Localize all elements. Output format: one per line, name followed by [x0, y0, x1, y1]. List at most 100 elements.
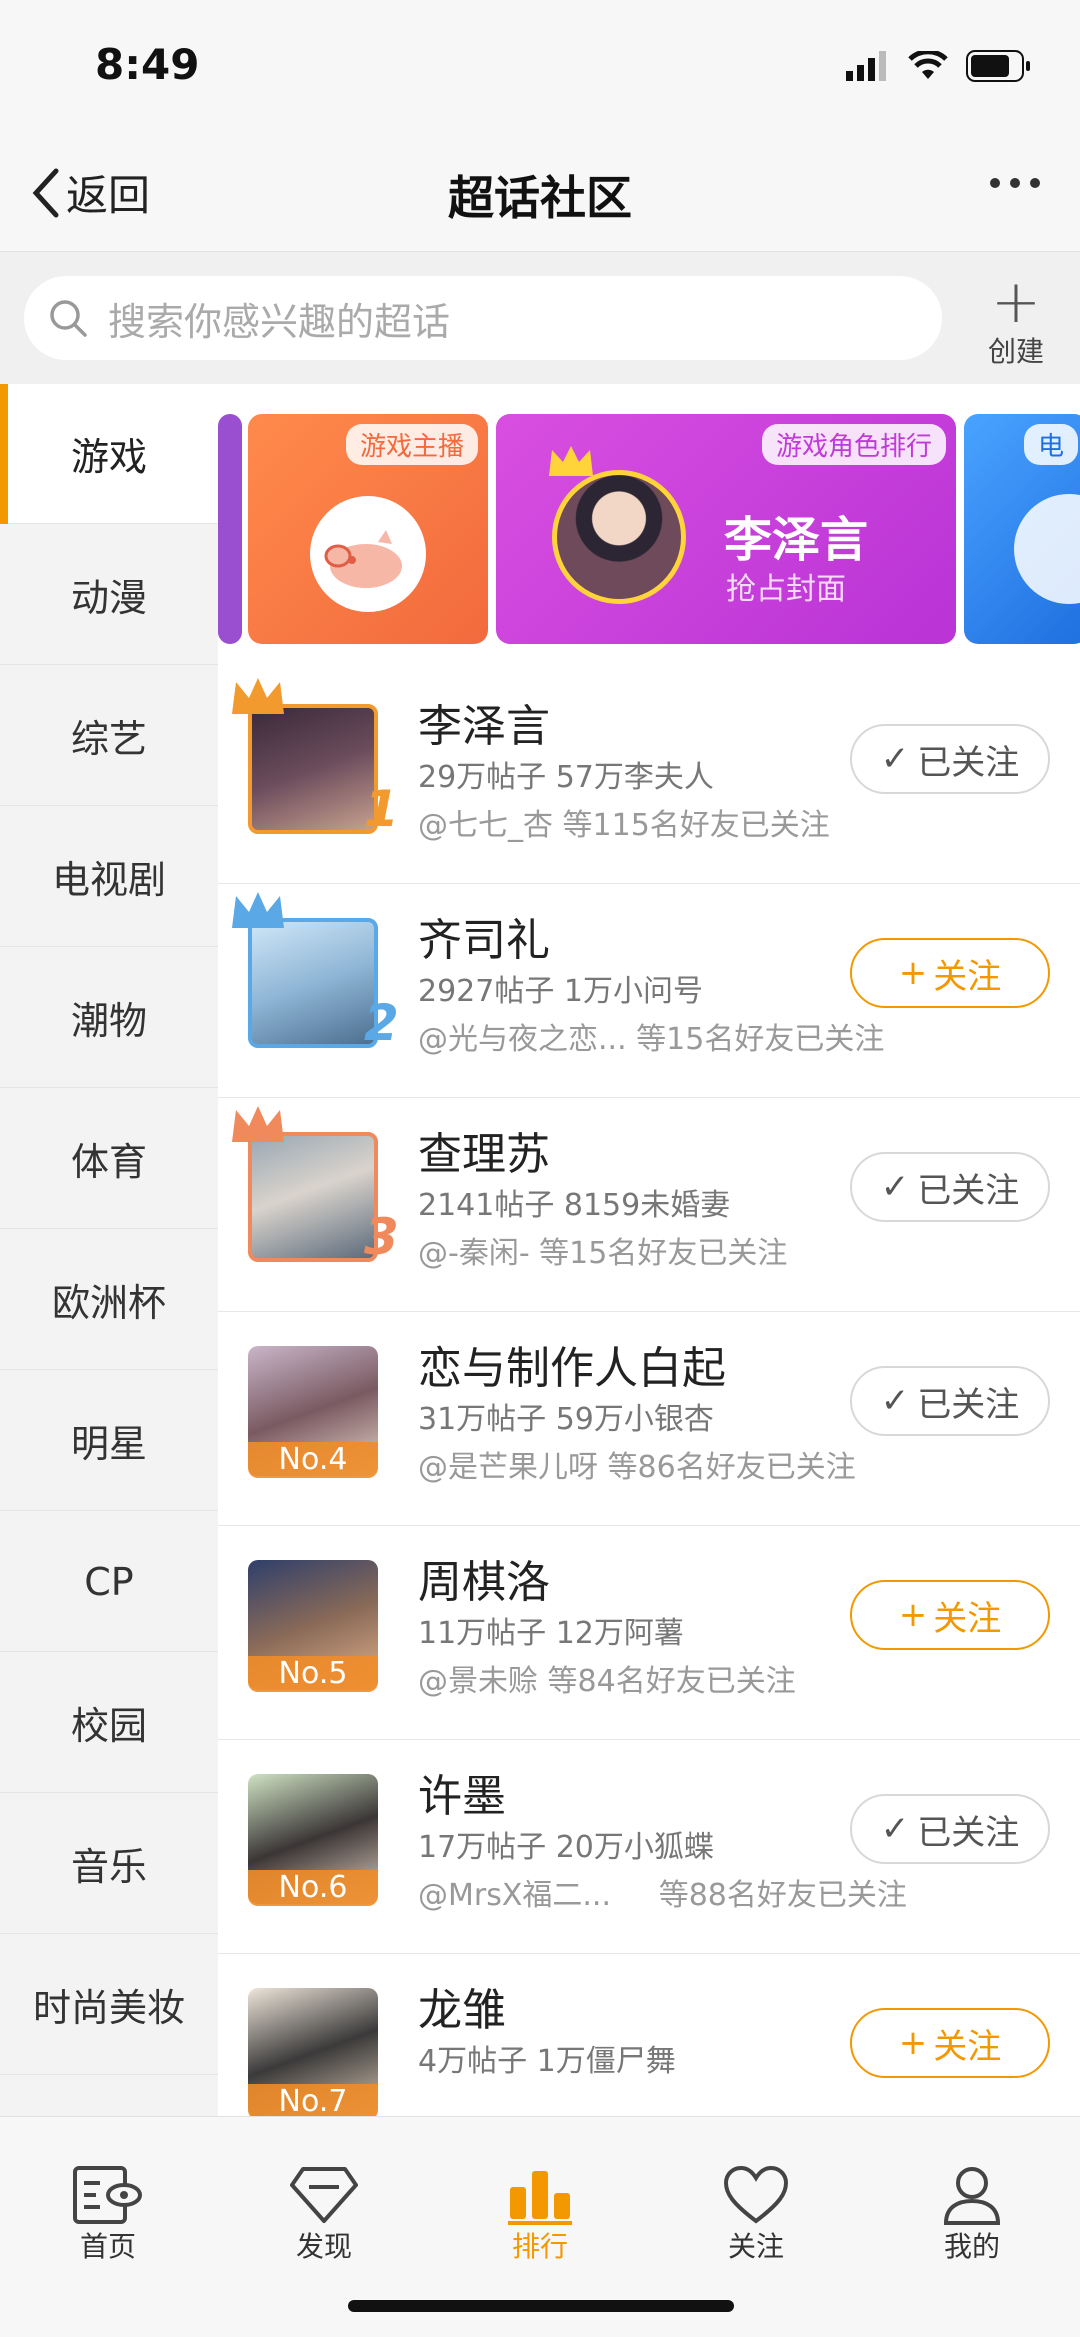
- friends-followed: @光与夜之恋... 等15名好友已关注: [418, 1022, 885, 1057]
- button-label: 关注: [933, 1598, 1002, 1639]
- list-item[interactable]: No.7 龙雏 4万帖子 1万僵尸舞 + 关注: [218, 1954, 1080, 2116]
- list-item[interactable]: 1 李泽言 29万帖子 57万李夫人 @七七_杏 等115名好友已关注 ✓ 已关注: [218, 670, 1080, 884]
- topic-stats: 2141帖子 8159未婚妻: [418, 1188, 731, 1223]
- check-icon: ✓: [880, 1381, 910, 1421]
- followed-button[interactable]: ✓ 已关注: [850, 1794, 1050, 1864]
- crown-icon: [232, 678, 284, 714]
- banner-subtitle: 抢占封面: [726, 572, 846, 607]
- search-input[interactable]: 搜索你感兴趣的超话: [24, 276, 942, 360]
- list-item[interactable]: No.5 周棋洛 11万帖子 12万阿薯 @景未赊 等84名好友已关注 + 关注: [218, 1526, 1080, 1740]
- topic-thumbnail: [248, 704, 378, 834]
- sidebar-item-cp[interactable]: CP: [0, 1512, 218, 1652]
- search-icon: [50, 300, 87, 337]
- banner-tag: 游戏角色排行: [761, 424, 946, 465]
- banner-character-rank[interactable]: 游戏角色排行 李泽言 抢占封面: [496, 414, 956, 644]
- game-logo: [1014, 494, 1080, 604]
- signal-icon: [846, 51, 886, 81]
- topic-name: 齐司礼: [418, 915, 550, 966]
- button-label: 关注: [933, 956, 1002, 997]
- person-icon: [943, 2167, 1001, 2225]
- banner-streamer[interactable]: 游戏主播: [248, 414, 488, 644]
- check-icon: ✓: [880, 1167, 910, 1207]
- sidebar-item-campus[interactable]: 校园: [0, 1653, 218, 1793]
- topic-stats: 11万帖子 12万阿薯: [418, 1616, 684, 1651]
- home-icon: [73, 2166, 142, 2224]
- tab-label: 发现: [295, 2230, 352, 2263]
- topic-stats: 4万帖子 1万僵尸舞: [418, 2044, 676, 2079]
- rank-number: 3: [364, 1208, 399, 1266]
- topic-stats: 29万帖子 57万李夫人: [418, 760, 714, 795]
- crown-icon: [232, 1106, 284, 1142]
- pig-icon: [310, 496, 426, 612]
- tab-rank[interactable]: 排行: [480, 2157, 600, 2265]
- friends-followed: @MrsX福二... 等88名好友已关注: [418, 1878, 907, 1913]
- friends-followed: @是芒果儿呀 等86名好友已关注: [418, 1450, 856, 1485]
- main-content: 游戏主播 游戏角色排行 李泽言 抢占封面 电 1 李泽言 29万帖子 57万李夫…: [218, 384, 1080, 2116]
- friends-followed: @七七_杏 等115名好友已关注: [418, 808, 830, 843]
- plus-icon: +: [898, 1595, 928, 1635]
- nav-bar: 返回 超话社区: [0, 140, 1080, 252]
- home-indicator: [348, 2300, 734, 2312]
- list-item[interactable]: 2 齐司礼 2927帖子 1万小问号 @光与夜之恋... 等15名好友已关注 +…: [218, 884, 1080, 1098]
- list-item[interactable]: 3 查理苏 2141帖子 8159未婚妻 @-秦闲- 等15名好友已关注 ✓ 已关…: [218, 1098, 1080, 1312]
- button-label: 关注: [933, 2026, 1002, 2067]
- sidebar-item-variety[interactable]: 综艺: [0, 666, 218, 806]
- sidebar-item-anime[interactable]: 动漫: [0, 525, 218, 665]
- list-item[interactable]: No.4 恋与制作人白起 31万帖子 59万小银杏 @是芒果儿呀 等86名好友已…: [218, 1312, 1080, 1526]
- tab-follow[interactable]: 关注: [696, 2157, 816, 2265]
- sidebar-item-euro[interactable]: 欧洲杯: [0, 1230, 218, 1370]
- tab-home[interactable]: 首页: [48, 2157, 168, 2265]
- rank-badge: No.6: [248, 1870, 378, 1906]
- crown-icon: [232, 892, 284, 928]
- follow-button[interactable]: + 关注: [850, 1580, 1050, 1650]
- friends-followed: @景未赊 等84名好友已关注: [418, 1664, 796, 1699]
- check-icon: ✓: [880, 1809, 910, 1849]
- topic-name: 周棋洛: [418, 1557, 550, 1608]
- rank-number: 1: [364, 780, 399, 838]
- list-item[interactable]: No.6 许墨 17万帖子 20万小狐蝶 @MrsX福二... 等88名好友已关…: [218, 1740, 1080, 1954]
- plus-icon: +: [898, 953, 928, 993]
- sidebar-item-trend[interactable]: 潮物: [0, 948, 218, 1088]
- status-icons: [846, 50, 1032, 82]
- search-bar: 搜索你感兴趣的超话 + 创建: [0, 252, 1080, 384]
- rank-badge: No.7: [248, 2084, 378, 2116]
- diamond-icon: [290, 2167, 358, 2223]
- create-button[interactable]: + 创建: [980, 272, 1052, 370]
- plus-icon: +: [898, 2023, 928, 2063]
- rank-number: 2: [364, 994, 399, 1052]
- topic-stats: 2927帖子 1万小问号: [418, 974, 703, 1009]
- topic-stats: 31万帖子 59万小银杏: [418, 1402, 714, 1437]
- banner-next[interactable]: 电: [964, 414, 1080, 644]
- topic-name: 许墨: [418, 1771, 506, 1822]
- rank-badge: No.5: [248, 1656, 378, 1692]
- follow-button[interactable]: + 关注: [850, 2008, 1050, 2078]
- button-label: 已关注: [917, 1812, 1020, 1853]
- topic-name: 龙雏: [418, 1985, 506, 2036]
- sidebar-item-game[interactable]: 游戏: [0, 384, 218, 524]
- category-sidebar: 游戏 动漫 综艺 电视剧 潮物 体育 欧洲杯 明星 CP 校园 音乐 时尚美妆: [0, 384, 218, 2116]
- sidebar-item-star[interactable]: 明星: [0, 1371, 218, 1511]
- sidebar-item-sports[interactable]: 体育: [0, 1089, 218, 1229]
- create-label: 创建: [987, 335, 1044, 368]
- sidebar-item-music[interactable]: 音乐: [0, 1794, 218, 1934]
- tab-discover[interactable]: 发现: [264, 2157, 384, 2265]
- topic-thumbnail: [248, 918, 378, 1048]
- sidebar-item-fashion[interactable]: 时尚美妆: [0, 1935, 218, 2075]
- followed-button[interactable]: ✓ 已关注: [850, 724, 1050, 794]
- banner-prev[interactable]: [218, 414, 242, 644]
- follow-button[interactable]: + 关注: [850, 938, 1050, 1008]
- button-label: 已关注: [917, 742, 1020, 783]
- page-title: 超话社区: [448, 171, 632, 225]
- battery-icon: [966, 50, 1030, 82]
- status-bar: 8:49: [0, 0, 1080, 140]
- avatar: [552, 470, 686, 604]
- banner-carousel: 游戏主播 游戏角色排行 李泽言 抢占封面 电: [218, 414, 1080, 644]
- tab-me[interactable]: 我的: [912, 2157, 1032, 2265]
- followed-button[interactable]: ✓ 已关注: [850, 1366, 1050, 1436]
- sidebar-item-tv[interactable]: 电视剧: [0, 807, 218, 947]
- tab-label: 我的: [943, 2230, 1000, 2263]
- followed-button[interactable]: ✓ 已关注: [850, 1152, 1050, 1222]
- crown-icon: [549, 446, 593, 476]
- topic-stats: 17万帖子 20万小狐蝶: [418, 1830, 714, 1865]
- more-icon[interactable]: [990, 178, 1040, 188]
